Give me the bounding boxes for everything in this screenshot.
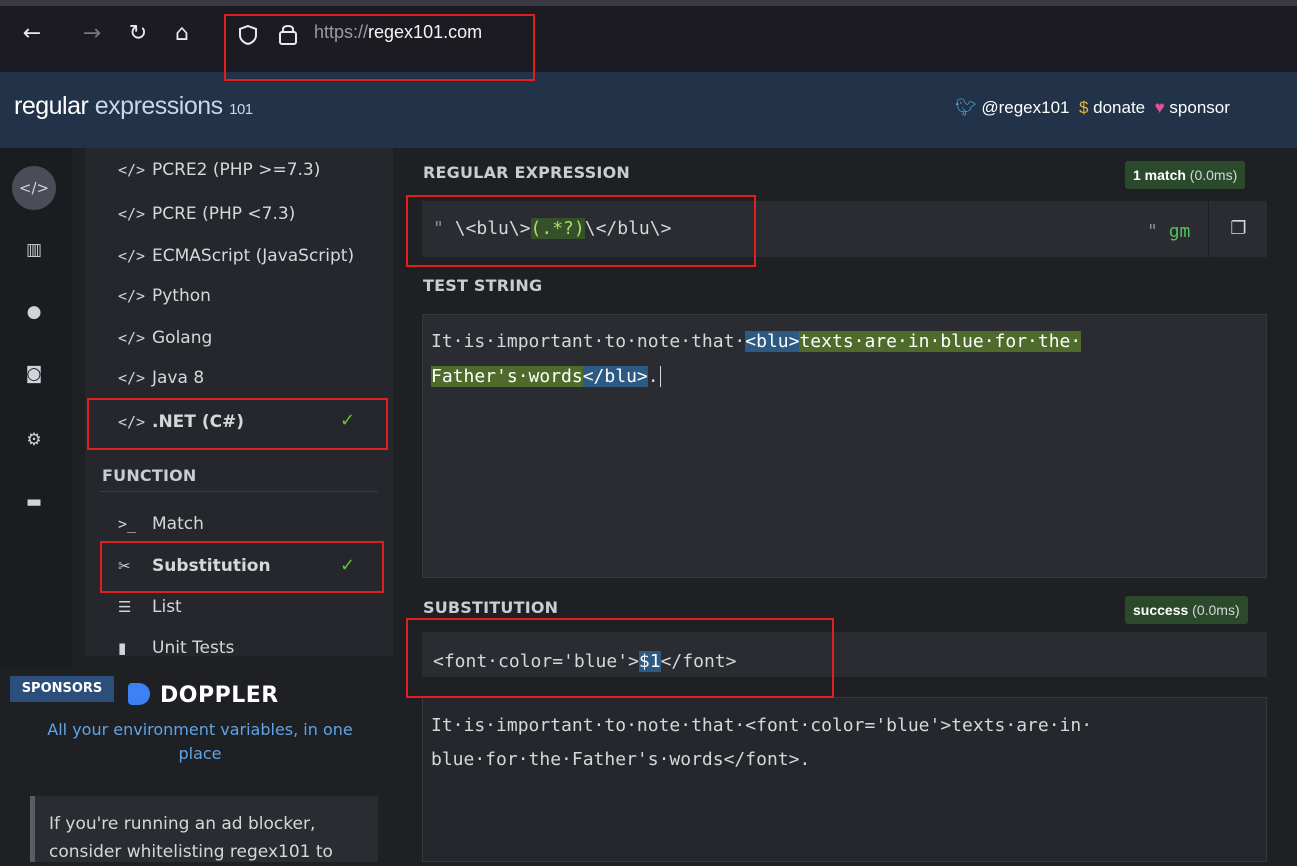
substitution-text[interactable]: <font·color='blue'>$1</font> [433, 651, 736, 672]
forward-button[interactable]: → [76, 18, 108, 50]
copy-icon: ❐ [1230, 218, 1247, 239]
settings-icon[interactable]: ⚙ [12, 418, 56, 462]
test-string-input[interactable] [422, 314, 1267, 578]
lock-icon[interactable] [278, 22, 298, 46]
flavor-item-pcre2[interactable]: </> PCRE2 (PHP >=7.3) [118, 160, 320, 180]
code-icon: </> [118, 161, 146, 179]
code-icon: </> [118, 413, 146, 431]
selected-check-icon: ✓ [340, 555, 356, 576]
code-icon: </> [118, 329, 146, 347]
flavor-item-golang[interactable]: </> Golang [118, 328, 212, 348]
substitution-label: SUBSTITUTION [423, 598, 559, 617]
doppler-icon [128, 683, 150, 705]
flavor-item-java8[interactable]: </> Java 8 [118, 368, 204, 388]
regex-text[interactable]: " \<blu\>(.*?)\</blu\> [433, 218, 671, 239]
sponsor-tagline[interactable]: All your environment variables, in one p… [40, 718, 360, 766]
flavor-item-ecmascript[interactable]: </> ECMAScript (JavaScript) [118, 246, 354, 266]
regex-label: REGULAR EXPRESSION [423, 163, 630, 182]
match-badge: 1 match (0.0ms) [1125, 161, 1246, 189]
function-item-match[interactable]: >_ Match [118, 514, 204, 534]
code-icon[interactable]: </> [12, 166, 56, 210]
flask-icon: ▮ [118, 639, 127, 657]
code-icon: </> [118, 287, 146, 305]
result-line: blue·for·the·Father's·words</font>. [431, 749, 811, 770]
function-item-substitution[interactable]: ✂ Substitution [118, 556, 271, 576]
doppler-logo[interactable]: DOPPLER [128, 683, 279, 708]
code-icon: </> [118, 205, 146, 223]
list-icon: ☰ [118, 598, 132, 616]
terminal-icon: >_ [118, 515, 137, 533]
test-string-label: TEST STRING [423, 276, 543, 295]
flavor-item-python[interactable]: </> Python [118, 286, 211, 306]
header-links: 🐦︎ @regex101 $ donate ♥ sponsor [955, 98, 1230, 118]
selected-check-icon: ✓ [340, 410, 356, 431]
copy-regex-button[interactable]: ❐ [1208, 201, 1268, 257]
function-heading: FUNCTION [102, 466, 197, 485]
regex-flags[interactable]: " gm [1147, 221, 1190, 242]
sponsor-link[interactable]: sponsor [1169, 98, 1229, 117]
result-line: It·is·important·to·note·that·<font·color… [431, 715, 1093, 736]
function-item-unit-tests[interactable]: ▮ Unit Tests [118, 638, 234, 658]
twitter-link[interactable]: @regex101 [981, 98, 1069, 117]
test-string-line[interactable]: Father's·words</blu>. [431, 366, 661, 387]
library-icon[interactable]: ▥ [12, 228, 56, 272]
test-string-line[interactable]: It·is·important·to·note·that·<blu>texts·… [431, 331, 1082, 352]
twitter-icon[interactable]: 🐦︎ [955, 98, 977, 117]
adblock-notice: If you're running an ad blocker, conside… [30, 796, 378, 862]
shield-icon[interactable] [238, 24, 258, 46]
code-icon: </> [118, 247, 146, 265]
url-text[interactable]: https://regex101.com [314, 22, 482, 43]
back-button[interactable]: ← [16, 18, 48, 50]
flavor-item-pcre[interactable]: </> PCRE (PHP <7.3) [118, 204, 295, 224]
heart-icon[interactable]: ♥ [1155, 98, 1165, 117]
flavor-panel [85, 148, 393, 656]
function-item-list[interactable]: ☰ List [118, 597, 182, 617]
reload-button[interactable]: ↻ [122, 18, 154, 50]
donate-link[interactable]: donate [1093, 98, 1145, 117]
site-logo[interactable]: regular expressions 101 [14, 92, 253, 121]
code-icon: </> [118, 369, 146, 387]
flavor-item-dotnet[interactable]: </> .NET (C#) [118, 412, 244, 432]
quiz-icon[interactable]: ◙ [12, 352, 56, 396]
function-divider [100, 491, 378, 492]
home-button[interactable]: ⌂ [166, 18, 198, 50]
sponsors-tag: SPONSORS [10, 676, 114, 702]
account-icon[interactable]: ● [12, 290, 56, 334]
scissors-icon: ✂ [118, 557, 131, 575]
chat-icon[interactable]: ▬ [12, 480, 56, 524]
dollar-icon[interactable]: $ [1079, 98, 1088, 117]
success-badge: success (0.0ms) [1125, 596, 1248, 624]
